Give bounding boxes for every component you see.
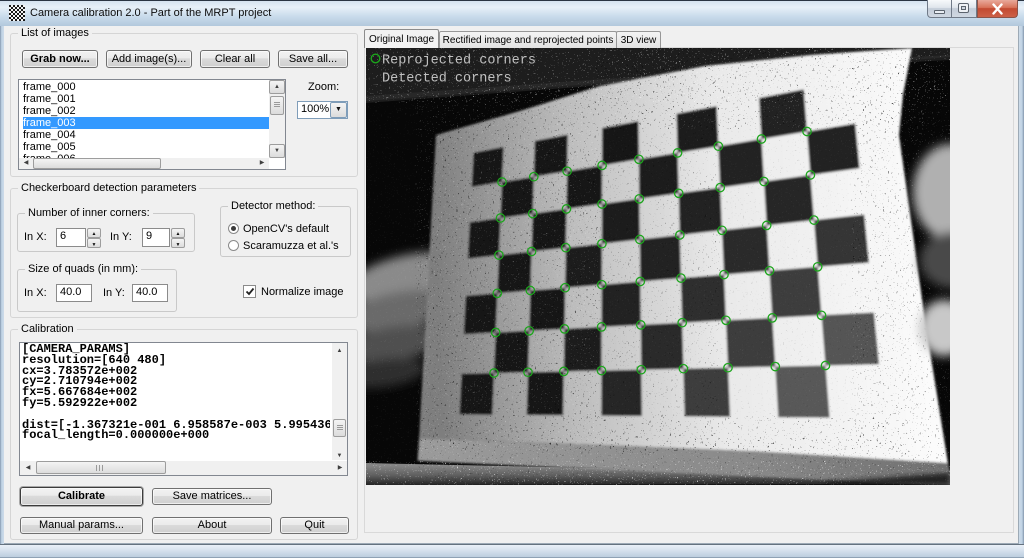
svg-text:Detected corners: Detected corners (382, 72, 512, 87)
svg-text:Reprojected corners: Reprojected corners (382, 54, 536, 69)
